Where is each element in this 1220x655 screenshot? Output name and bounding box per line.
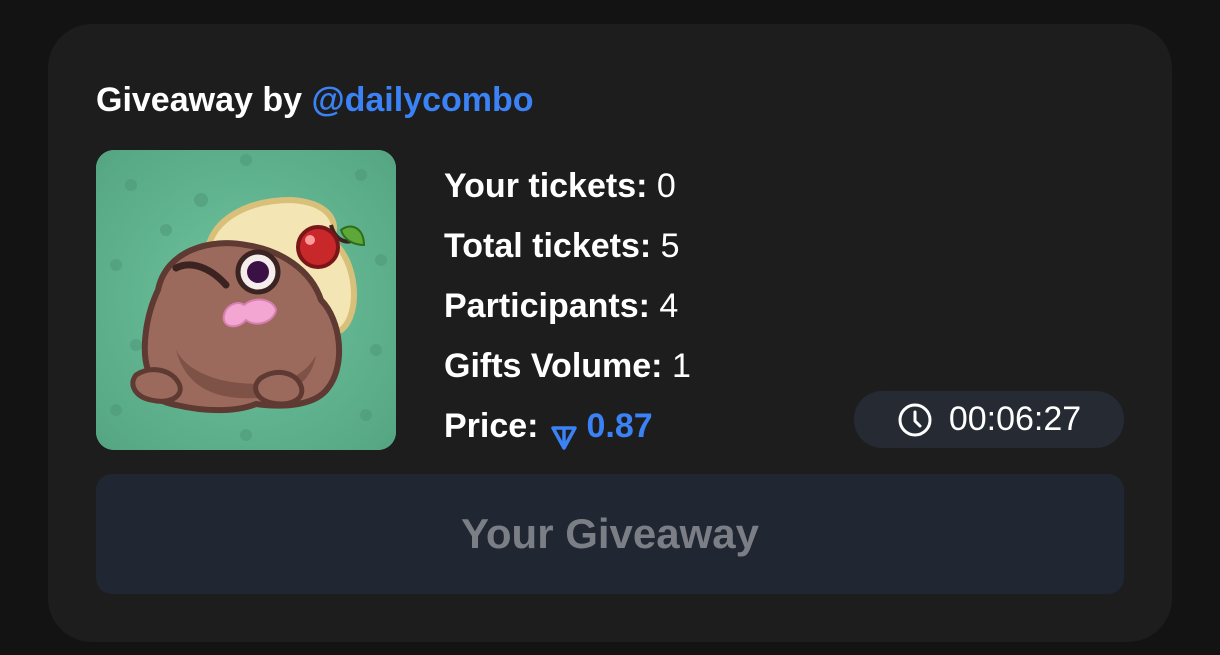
stat-value: 0 — [656, 167, 676, 205]
price-label: Price: — [444, 407, 539, 445]
giveaway-stats: Your tickets: 0 Total tickets: 5 Partici… — [444, 156, 691, 456]
stat-price: Price: 0.87 — [444, 396, 691, 456]
stat-label: Total tickets: — [444, 227, 652, 265]
stat-participants: Participants: 4 — [444, 276, 691, 336]
timer-value: 00:06:27 — [948, 400, 1082, 438]
stat-label: Gifts Volume: — [444, 347, 663, 385]
stat-your-tickets: Your tickets: 0 — [444, 156, 691, 216]
stat-value: 5 — [660, 227, 680, 265]
giveaway-title-prefix: Giveaway by — [96, 81, 303, 119]
stat-value: 1 — [671, 347, 691, 385]
stat-gifts-volume: Gifts Volume: 1 — [444, 336, 691, 396]
stat-label: Your tickets: — [444, 167, 648, 205]
countdown-timer: 00:06:27 — [854, 391, 1124, 448]
ton-icon — [549, 411, 579, 450]
frog-gift-icon — [96, 150, 396, 450]
price-value: 0.87 — [586, 407, 653, 445]
giveaway-title: Giveaway by @dailycombo — [96, 80, 534, 120]
stat-label: Participants: — [444, 287, 650, 325]
gift-image — [96, 150, 396, 450]
clock-icon — [897, 402, 933, 438]
your-giveaway-button[interactable]: Your Giveaway — [96, 474, 1124, 594]
creator-handle-link[interactable]: @dailycombo — [311, 81, 533, 119]
giveaway-card: Giveaway by @dailycombo Your tickets: 0 … — [48, 24, 1172, 642]
stat-total-tickets: Total tickets: 5 — [444, 216, 691, 276]
stat-value: 4 — [659, 287, 679, 325]
